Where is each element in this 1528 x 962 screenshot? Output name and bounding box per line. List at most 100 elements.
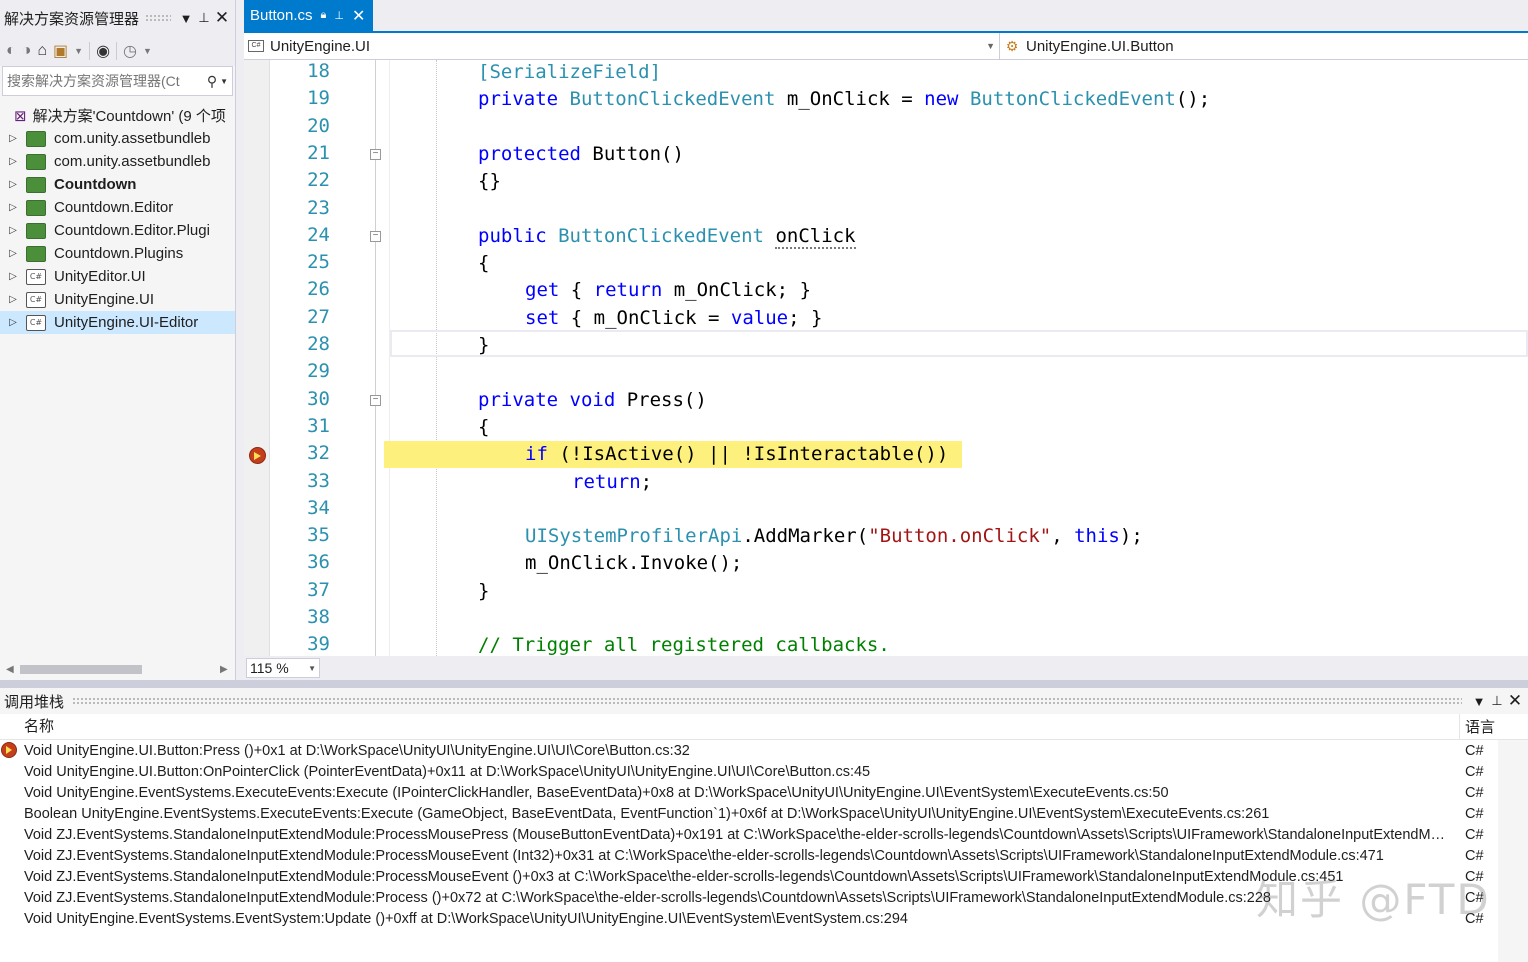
code-line[interactable]: if (!IsActive() || !IsInteractable()) (384, 441, 963, 469)
expand-arrow-icon[interactable]: ▷ (0, 271, 26, 282)
code-token: value (730, 306, 789, 329)
line-number: 19 (307, 87, 330, 110)
code-line[interactable]: } (478, 578, 489, 605)
call-stack-frame[interactable]: Void UnityEngine.UI.Button:OnPointerClic… (0, 761, 1528, 782)
scrollbar-thumb[interactable] (20, 664, 142, 674)
call-stack-frame[interactable]: Void ZJ.EventSystems.StandaloneInputExte… (0, 845, 1528, 866)
column-header-name[interactable]: 名称 (0, 713, 1460, 740)
code-line[interactable]: public ButtonClickedEvent onClick (478, 223, 856, 250)
project-node[interactable]: ▷ Countdown.Editor (0, 196, 235, 219)
type-dropdown-value: UnityEngine.UI.Button (1026, 37, 1174, 55)
indent-guide (436, 60, 437, 656)
expand-arrow-icon[interactable]: ▷ (0, 248, 26, 259)
back-icon[interactable]: ◐ (6, 42, 16, 60)
expand-arrow-icon[interactable]: ▷ (0, 156, 26, 167)
code-line[interactable]: } (478, 332, 489, 359)
indicator-margin[interactable] (244, 60, 270, 656)
project-label: com.unity.assetbundleb (54, 153, 211, 170)
column-header-language[interactable]: 语言 (1460, 716, 1495, 737)
vertical-scrollbar[interactable] (1498, 740, 1528, 962)
zoom-level-dropdown[interactable]: 115 % ▼ (246, 658, 320, 678)
drag-grip[interactable] (145, 14, 171, 22)
expand-arrow-icon[interactable]: ▷ (0, 294, 26, 305)
switch-views-icon[interactable]: ▣ (53, 41, 68, 61)
code-line[interactable]: private ButtonClickedEvent m_OnClick = n… (478, 86, 1210, 113)
dropdown-icon[interactable]: ▼ (143, 46, 152, 56)
panel-splitter[interactable] (0, 680, 1528, 688)
expand-arrow-icon[interactable]: ▷ (0, 317, 26, 328)
project-list: ▷ com.unity.assetbundleb ▷ com.unity.assetb… (0, 127, 235, 334)
horizontal-scrollbar[interactable]: ◀ ▶ (0, 660, 234, 678)
close-icon[interactable]: ✕ (1506, 691, 1524, 711)
pin-icon[interactable]: ⊥ (195, 10, 213, 26)
code-token: protected (478, 142, 581, 165)
project-node[interactable]: ▷ C# UnityEngine.UI (0, 288, 235, 311)
code-token: get (525, 279, 560, 302)
code-line[interactable]: {} (478, 168, 501, 195)
expand-arrow-icon[interactable]: ▷ (0, 179, 26, 190)
chevron-down-icon[interactable]: ▼ (986, 41, 995, 51)
project-dropdown[interactable]: C# UnityEngine.UI ▼ (244, 33, 1000, 59)
close-icon[interactable]: ✕ (213, 8, 231, 28)
search-icon[interactable]: ⚲ (207, 73, 217, 90)
call-stack-frame[interactable]: Void ZJ.EventSystems.StandaloneInputExte… (0, 824, 1528, 845)
forward-icon[interactable]: ◑ (22, 42, 32, 60)
home-icon[interactable]: ⌂ (37, 42, 47, 60)
solution-search-box[interactable]: ⚲ ▼ (2, 66, 233, 96)
show-all-files-icon[interactable]: ◉ (96, 41, 110, 61)
code-line[interactable]: // Trigger all registered callbacks. (478, 632, 890, 656)
dropdown-icon[interactable]: ▼ (74, 46, 83, 56)
pin-icon[interactable]: ⊥ (1488, 693, 1506, 709)
code-line[interactable]: private void Press() (478, 387, 707, 414)
code-line[interactable]: { (478, 250, 489, 277)
pending-changes-icon[interactable]: ◷ (123, 41, 137, 61)
code-token: { (559, 279, 594, 302)
expand-arrow-icon[interactable]: ▷ (0, 202, 26, 213)
code-line[interactable]: return; (572, 469, 652, 496)
code-line[interactable]: get { return m_OnClick; } (525, 277, 811, 304)
expand-arrow-icon[interactable]: ▷ (0, 225, 26, 236)
code-line[interactable]: set { m_OnClick = value; } (525, 305, 822, 332)
project-node[interactable]: ▷ com.unity.assetbundleb (0, 127, 235, 150)
code-line[interactable]: protected Button() (478, 141, 684, 168)
call-stack-frame[interactable]: Void UnityEngine.EventSystems.ExecuteEve… (0, 782, 1528, 803)
window-menu-icon[interactable]: ▼ (177, 11, 195, 26)
project-node[interactable]: ▷ Countdown (0, 173, 235, 196)
scroll-right-icon[interactable]: ▶ (220, 664, 228, 675)
unity-project-icon (26, 153, 46, 170)
current-frame-arrow-icon (1, 742, 17, 758)
code-line[interactable]: UISystemProfilerApi.AddMarker("Button.on… (525, 523, 1143, 550)
collapse-toggle-icon[interactable]: − (370, 148, 381, 160)
project-label: UnityEngine.UI-Editor (54, 314, 199, 331)
pin-icon[interactable]: ⊥ (334, 9, 344, 22)
line-number: 29 (307, 360, 330, 383)
window-menu-icon[interactable]: ▼ (1470, 694, 1488, 709)
line-number: 24 (307, 223, 330, 246)
scroll-left-icon[interactable]: ◀ (6, 664, 14, 675)
solution-node[interactable]: ⊠ 解决方案'Countdown' (9 个项 (0, 104, 235, 127)
solution-search-input[interactable] (7, 73, 207, 89)
call-stack-frame[interactable]: Void UnityEngine.UI.Button:Press ()+0x1 … (0, 740, 1528, 761)
call-stack-frame[interactable]: Boolean UnityEngine.EventSystems.Execute… (0, 803, 1528, 824)
code-text-area[interactable]: 18 [SerializeField] 19 private ButtonClicke… (244, 60, 1528, 656)
project-label: Countdown (54, 176, 137, 193)
code-token: (); (1175, 88, 1211, 111)
collapse-toggle-icon[interactable]: − (370, 230, 381, 242)
type-dropdown[interactable]: ⚙ UnityEngine.UI.Button (1000, 33, 1528, 59)
close-tab-icon[interactable]: ✕ (352, 6, 365, 26)
search-options-icon[interactable]: ▼ (220, 77, 228, 86)
code-line[interactable]: m_OnClick.Invoke(); (525, 550, 742, 577)
project-node[interactable]: ▷ com.unity.assetbundleb (0, 150, 235, 173)
chevron-down-icon[interactable]: ▼ (308, 664, 316, 673)
project-node[interactable]: ▷ C# UnityEditor.UI (0, 265, 235, 288)
code-line[interactable]: [SerializeField] (478, 60, 661, 86)
project-node[interactable]: ▷ Countdown.Plugins (0, 242, 235, 265)
expand-arrow-icon[interactable]: ▷ (0, 133, 26, 144)
frame-name: Void UnityEngine.EventSystems.ExecuteEve… (24, 784, 1169, 801)
drag-grip[interactable] (72, 697, 1462, 705)
project-node[interactable]: ▷ C# UnityEngine.UI-Editor (0, 311, 235, 334)
tab-button-cs[interactable]: Button.cs 🔒︎ ⊥ ✕ (244, 0, 374, 31)
collapse-toggle-icon[interactable]: − (370, 394, 381, 406)
project-node[interactable]: ▷ Countdown.Editor.Plugi (0, 219, 235, 242)
code-line[interactable]: { (478, 414, 489, 441)
